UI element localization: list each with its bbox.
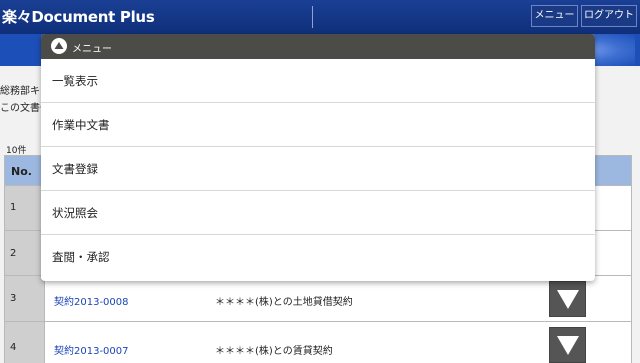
menu-button[interactable]: メニュー xyxy=(531,5,578,27)
menu-item-label: 査閲・承認 xyxy=(52,250,110,264)
row-number: 3 xyxy=(10,293,17,304)
row-number: 1 xyxy=(10,202,17,213)
row-expand-button[interactable] xyxy=(549,327,586,363)
document-title: ＊＊＊＊(株)との土地貸借契約 xyxy=(215,297,353,308)
app-title: 楽々Document Plus xyxy=(2,8,155,26)
logout-button[interactable]: ログアウト xyxy=(581,5,637,27)
table-row[interactable]: 3 契約2013-0008 ＊＊＊＊(株)との土地貸借契約 xyxy=(5,276,631,322)
menu-item-register-document[interactable]: 文書登録 xyxy=(41,147,595,191)
menu-item-list-view[interactable]: 一覧表示 xyxy=(41,59,595,103)
document-link[interactable]: 契約2013-0007 xyxy=(54,342,129,357)
menu-item-status-inquiry[interactable]: 状況照会 xyxy=(41,191,595,235)
app-header: 楽々Document Plus メニュー ログアウト xyxy=(0,0,640,34)
document-title: ＊＊＊＊(株)との賃貸契約 xyxy=(215,346,333,357)
chevron-down-icon xyxy=(557,290,579,309)
menu-item-working-documents[interactable]: 作業中文書 xyxy=(41,103,595,147)
menu-item-label: 状況照会 xyxy=(52,206,98,220)
row-number: 4 xyxy=(10,342,17,353)
row-expand-button[interactable] xyxy=(549,281,586,317)
main-menu-dropdown: メニュー 一覧表示 作業中文書 文書登録 状況照会 査閲・承認 xyxy=(41,34,595,281)
row-number: 2 xyxy=(10,248,17,259)
document-link[interactable]: 契約2013-0008 xyxy=(54,293,129,308)
menu-item-label: 文書登録 xyxy=(52,162,98,176)
table-row[interactable]: 4 契約2013-0007 ＊＊＊＊(株)との賃貸契約 xyxy=(5,322,631,363)
collapse-up-icon[interactable] xyxy=(51,38,67,54)
menu-header-label: メニュー xyxy=(72,44,112,55)
menu-header[interactable]: メニュー xyxy=(41,34,595,59)
menu-item-review-approve[interactable]: 査閲・承認 xyxy=(41,235,595,279)
chevron-down-icon xyxy=(557,336,579,355)
menu-item-label: 作業中文書 xyxy=(52,118,110,132)
header-divider xyxy=(312,6,313,28)
column-header-no: No. xyxy=(11,165,32,178)
menu-item-label: 一覧表示 xyxy=(52,74,98,88)
